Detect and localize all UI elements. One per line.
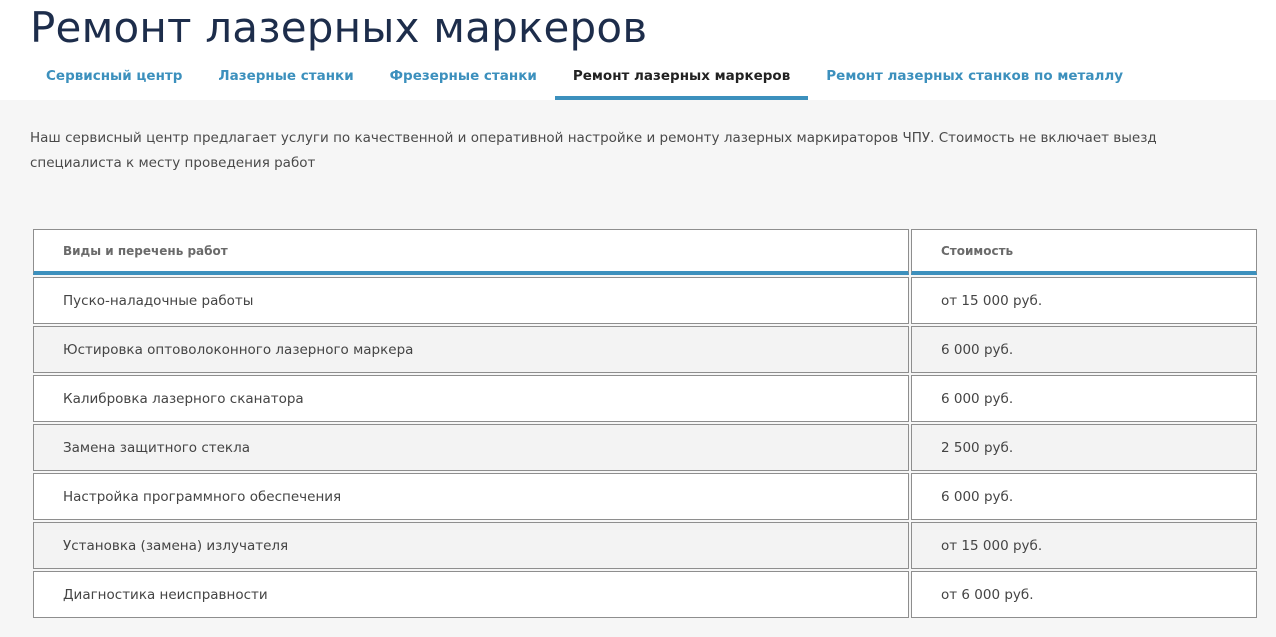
column-header-price: Стоимость bbox=[911, 229, 1257, 275]
table-row: Юстировка оптоволоконного лазерного марк… bbox=[33, 326, 1257, 373]
header: Ремонт лазерных маркеров Сервисный центр… bbox=[0, 0, 1276, 100]
work-cell: Настройка программного обеспечения bbox=[33, 473, 909, 520]
price-table: Виды и перечень работ Стоимость Пуско-на… bbox=[31, 227, 1259, 620]
tab-metal-laser-repair[interactable]: Ремонт лазерных станков по металлу bbox=[808, 56, 1141, 100]
tab-laser-marker-repair[interactable]: Ремонт лазерных маркеров bbox=[554, 56, 809, 100]
column-header-work: Виды и перечень работ bbox=[33, 229, 909, 275]
work-cell: Диагностика неисправности bbox=[33, 571, 909, 618]
table-row: Диагностика неисправности от 6 000 руб. bbox=[33, 571, 1257, 618]
table-row: Замена защитного стекла 2 500 руб. bbox=[33, 424, 1257, 471]
page-title: Ремонт лазерных маркеров bbox=[30, 3, 648, 52]
work-cell: Калибровка лазерного сканатора bbox=[33, 375, 909, 422]
price-cell: от 15 000 руб. bbox=[911, 277, 1257, 324]
work-cell: Юстировка оптоволоконного лазерного марк… bbox=[33, 326, 909, 373]
tab-bar: Сервисный центр Лазерные станки Фрезерны… bbox=[28, 56, 1141, 100]
intro-text: Наш сервисный центр предлагает услуги по… bbox=[30, 130, 1157, 171]
work-cell: Установка (замена) излучателя bbox=[33, 522, 909, 569]
table-header-row: Виды и перечень работ Стоимость bbox=[33, 229, 1257, 275]
table-row: Калибровка лазерного сканатора 6 000 руб… bbox=[33, 375, 1257, 422]
price-cell: от 6 000 руб. bbox=[911, 571, 1257, 618]
price-cell: 2 500 руб. bbox=[911, 424, 1257, 471]
price-cell: 6 000 руб. bbox=[911, 375, 1257, 422]
work-cell: Пуско-наладочные работы bbox=[33, 277, 909, 324]
table-row: Установка (замена) излучателя от 15 000 … bbox=[33, 522, 1257, 569]
work-cell: Замена защитного стекла bbox=[33, 424, 909, 471]
page: Ремонт лазерных маркеров Сервисный центр… bbox=[0, 0, 1276, 637]
tab-laser-machines[interactable]: Лазерные станки bbox=[200, 56, 371, 100]
price-cell: 6 000 руб. bbox=[911, 473, 1257, 520]
tab-content: Наш сервисный центр предлагает услуги по… bbox=[0, 100, 1276, 637]
tab-milling-machines[interactable]: Фрезерные станки bbox=[372, 56, 555, 100]
price-cell: от 15 000 руб. bbox=[911, 522, 1257, 569]
table-row: Настройка программного обеспечения 6 000… bbox=[33, 473, 1257, 520]
tab-service-center[interactable]: Сервисный центр bbox=[28, 56, 200, 100]
table-row: Пуско-наладочные работы от 15 000 руб. bbox=[33, 277, 1257, 324]
price-cell: 6 000 руб. bbox=[911, 326, 1257, 373]
